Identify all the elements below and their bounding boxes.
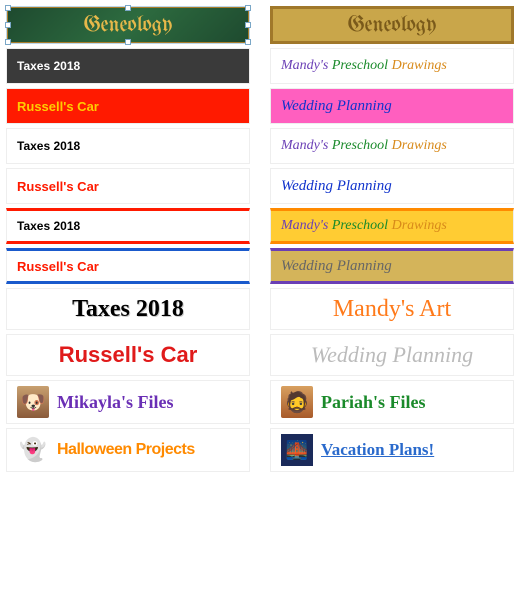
avatar-mikayla: 🐶 [17,386,49,418]
word-drawings: Drawings [392,218,447,234]
word-drawings: Drawings [392,58,447,74]
bridge-icon: 🌉 [281,434,313,466]
label-text: Russell's Car [17,259,99,274]
label-geneology-green[interactable]: Geneology [6,6,250,44]
geneology-text: Geneology [348,14,437,37]
label-text: Taxes 2018 [17,59,80,73]
label-russell-white[interactable]: Russell's Car [6,168,250,204]
geneology-text: Geneology [84,14,173,37]
label-taxes-redborder[interactable]: Taxes 2018 [6,208,250,244]
label-text: Mikayla's Files [57,392,174,413]
label-mandy-big[interactable]: Mandy's Art [270,288,514,330]
label-taxes-white[interactable]: Taxes 2018 [6,128,250,164]
label-text: Wedding Planning [281,178,392,195]
avatar-pariah: 🧔 [281,386,313,418]
word-mandys: Mandy's [281,218,328,234]
label-pariah[interactable]: 🧔 Pariah's Files [270,380,514,424]
label-vacation[interactable]: 🌉 Vacation Plans! [270,428,514,472]
label-text: Wedding Planning [311,342,473,368]
label-russell-red[interactable]: Russell's Car [6,88,250,124]
label-mandy-white2[interactable]: Mandy's Preschool Drawings [270,128,514,164]
ghost-icon: 👻 [17,434,49,466]
label-russell-blueborder[interactable]: Russell's Car [6,248,250,284]
label-taxes-big[interactable]: Taxes 2018 [6,288,250,330]
label-design-grid: Geneology Geneology Taxes 2018 Mandy's P… [6,6,514,472]
label-text: Pariah's Files [321,392,426,413]
label-wedding-big[interactable]: Wedding Planning [270,334,514,376]
word-preschool: Preschool [332,58,388,74]
label-text: Russell's Car [59,342,198,368]
label-text: Taxes 2018 [72,296,184,323]
label-mandy-white[interactable]: Mandy's Preschool Drawings [270,48,514,84]
label-wedding-white[interactable]: Wedding Planning [270,168,514,204]
label-text: Wedding Planning [281,258,392,275]
label-text: Russell's Car [17,99,99,114]
label-text: Taxes 2018 [17,139,80,153]
word-mandys: Mandy's [281,138,328,154]
label-mikayla[interactable]: 🐶 Mikayla's Files [6,380,250,424]
label-text: Taxes 2018 [17,219,80,233]
label-halloween[interactable]: 👻 Halloween Projects [6,428,250,472]
label-text: Vacation Plans! [321,440,434,460]
label-wedding-tan[interactable]: Wedding Planning [270,248,514,284]
label-wedding-pink[interactable]: Wedding Planning [270,88,514,124]
label-text: Mandy's Art [333,296,451,323]
label-text: Halloween Projects [57,441,195,459]
label-text: Wedding Planning [281,98,392,115]
word-mandys: Mandy's [281,58,328,74]
word-drawings: Drawings [392,138,447,154]
label-mandy-yellow[interactable]: Mandy's Preschool Drawings [270,208,514,244]
label-russell-big[interactable]: Russell's Car [6,334,250,376]
label-text: Russell's Car [17,179,99,194]
word-preschool: Preschool [332,218,388,234]
label-taxes-dark[interactable]: Taxes 2018 [6,48,250,84]
word-preschool: Preschool [332,138,388,154]
label-geneology-gold[interactable]: Geneology [270,6,514,44]
